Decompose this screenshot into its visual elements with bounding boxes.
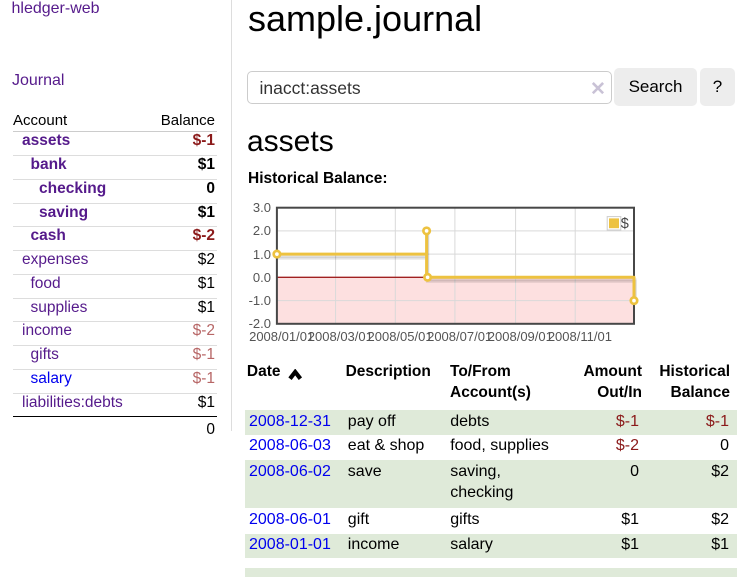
svg-text:$: $ xyxy=(621,216,629,232)
